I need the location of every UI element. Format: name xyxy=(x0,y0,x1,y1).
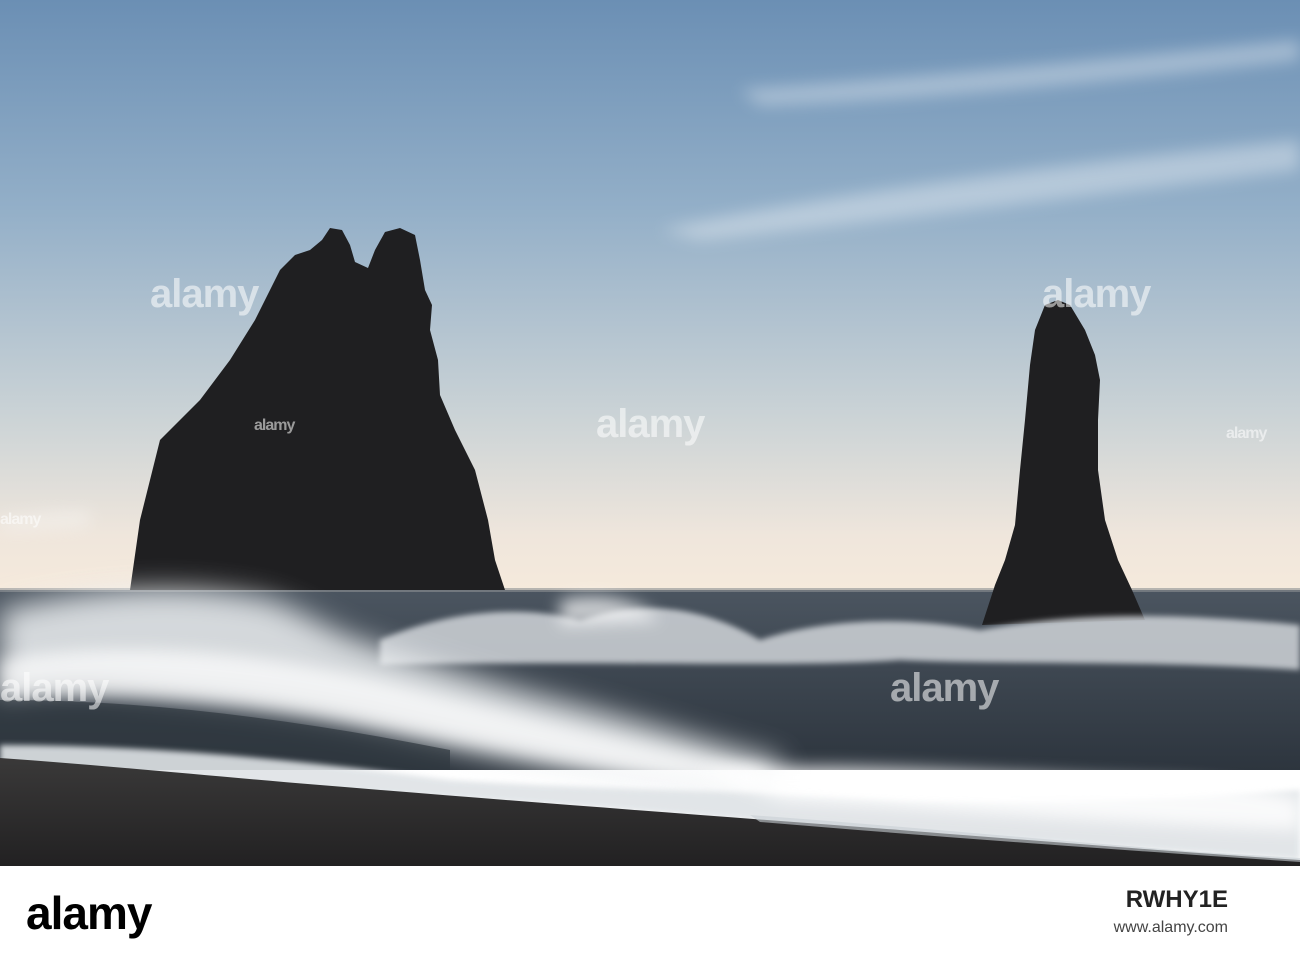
photo: alamy alamy alamy alamy alamy alamy alam… xyxy=(0,0,1300,866)
footer-bar: alamy RWHY1E www.alamy.com xyxy=(0,866,1300,956)
image-id: RWHY1E xyxy=(1125,886,1228,913)
seascape-image xyxy=(0,0,1300,866)
site-url: www.alamy.com xyxy=(1113,919,1228,936)
alamy-logo: alamy xyxy=(26,887,152,939)
